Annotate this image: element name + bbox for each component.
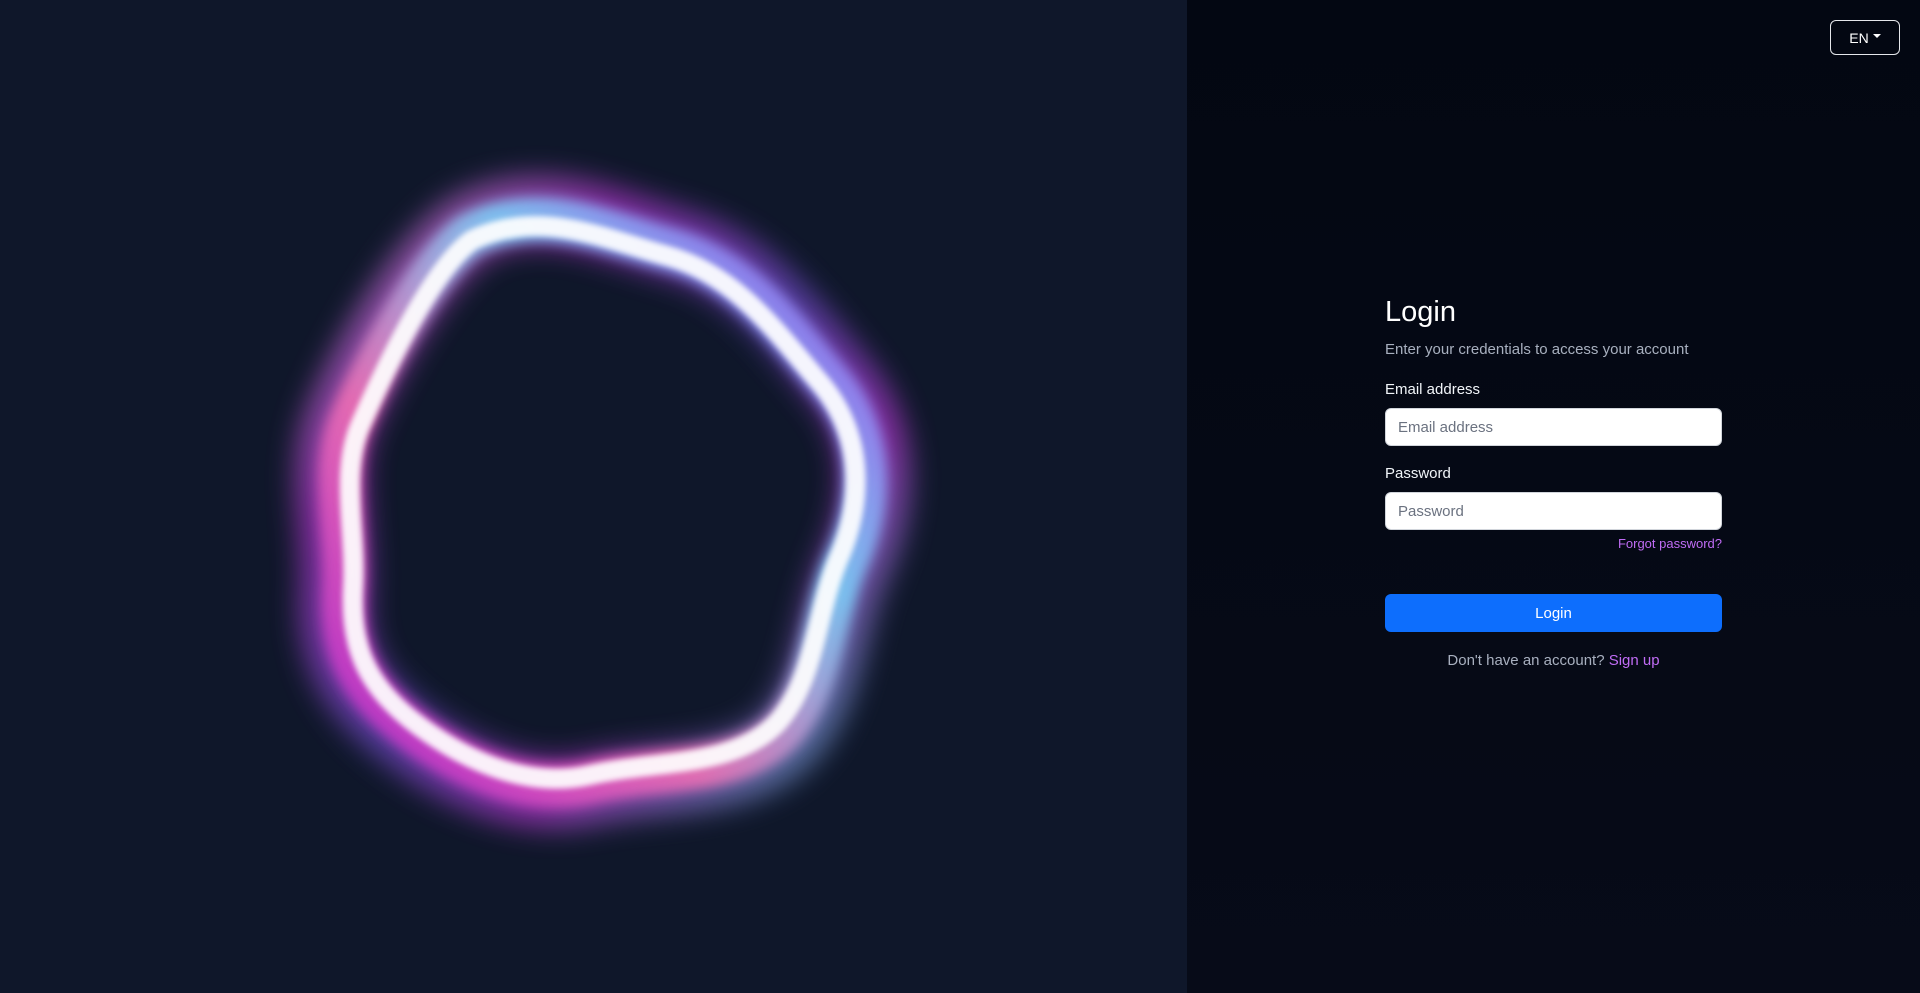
- password-label: Password: [1385, 465, 1451, 482]
- login-form: Login Enter your credentials to access y…: [1385, 294, 1722, 671]
- login-subtitle: Enter your credentials to access your ac…: [1385, 341, 1689, 358]
- hero-panel: [0, 0, 1187, 993]
- email-label: Email address: [1385, 381, 1481, 398]
- password-input[interactable]: [1385, 492, 1722, 530]
- login-title: Login: [1385, 296, 1456, 328]
- login-page: EN Login Enter your credentials to acces…: [0, 0, 1920, 993]
- auth-panel: EN Login Enter your credentials to acces…: [1187, 0, 1920, 993]
- caret-down-icon: [1872, 34, 1881, 38]
- language-dropdown-button[interactable]: EN: [1830, 20, 1900, 55]
- login-button[interactable]: Login: [1385, 594, 1722, 632]
- orb-ring: [295, 176, 911, 829]
- forgot-password-link[interactable]: Forgot password?: [1385, 536, 1722, 552]
- language-label: EN: [1849, 29, 1869, 46]
- email-input[interactable]: [1385, 408, 1722, 446]
- signup-row: Don't have an account? Sign up: [1385, 651, 1722, 671]
- no-account-text: Don't have an account?: [1447, 652, 1609, 669]
- signup-link[interactable]: Sign up: [1609, 652, 1660, 669]
- glowing-ring-graphic: [295, 176, 911, 829]
